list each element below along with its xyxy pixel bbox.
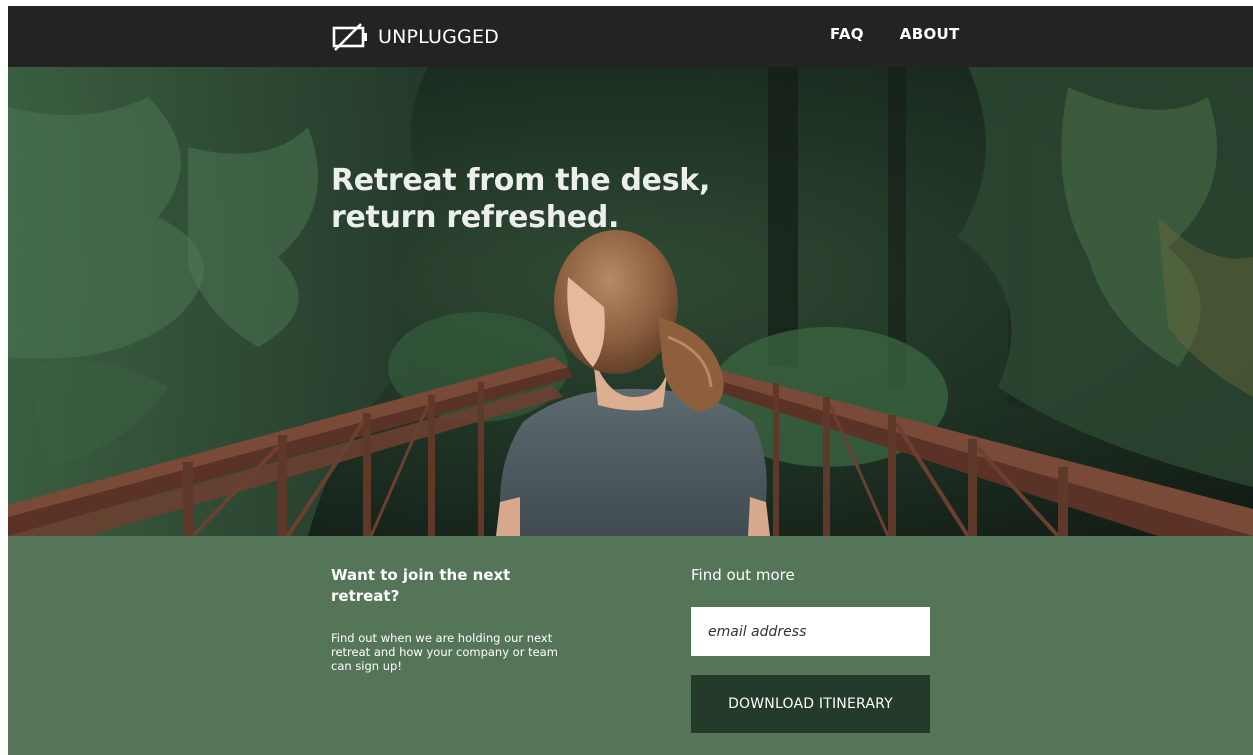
hero-photo-forest-bridge — [8, 67, 1253, 536]
download-itinerary-button[interactable]: DOWNLOAD ITINERARY — [691, 675, 930, 733]
find-out-more-heading: Find out more — [691, 566, 795, 584]
hero-headline: Retreat from the desk, return refreshed. — [331, 162, 751, 236]
unplugged-battery-icon — [332, 23, 367, 51]
brand-logo-link[interactable]: UNPLUGGED — [331, 22, 499, 52]
nav-about[interactable]: ABOUT — [900, 25, 960, 43]
signup-section: Want to join the next retreat? Find out … — [8, 536, 1253, 755]
site-header: UNPLUGGED FAQ ABOUT — [8, 6, 1253, 67]
join-description: Find out when we are holding our next re… — [331, 631, 558, 673]
join-heading: Want to join the next retreat? — [331, 566, 511, 605]
main-nav: FAQ ABOUT — [830, 25, 960, 43]
hero-headline-line1: Retreat from the desk, — [331, 163, 711, 198]
nav-faq[interactable]: FAQ — [830, 25, 864, 43]
hero-section: Retreat from the desk, return refreshed. — [8, 67, 1253, 536]
page: UNPLUGGED FAQ ABOUT Retreat from the des… — [8, 6, 1253, 755]
hero-headline-line2: return refreshed. — [331, 200, 620, 235]
brand-name: UNPLUGGED — [378, 26, 500, 48]
email-input[interactable] — [691, 607, 930, 656]
